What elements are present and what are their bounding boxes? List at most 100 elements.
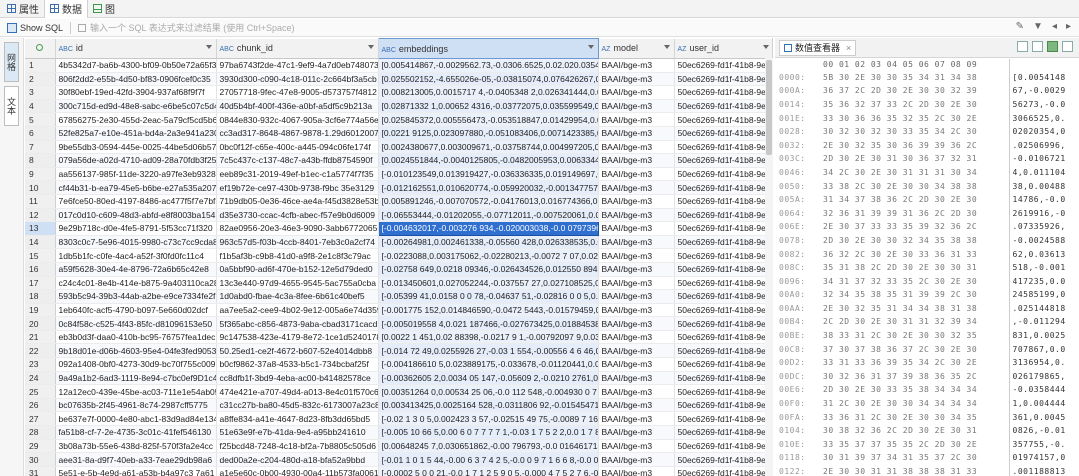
cell-chunk-id[interactable]: 27057718-9fec-47e8-9005-d573757f4812 — [216, 85, 379, 100]
panel-settings-icon[interactable] — [1062, 41, 1073, 52]
cell-model[interactable]: BAAI/bge-m3 — [598, 112, 675, 127]
cell-embeddings[interactable]: [-0.06553444,-0.01202055,-0.07712011,-0.… — [378, 208, 599, 223]
cell-user-id[interactable]: 50ec6269-fd1f-41b8-9e — [674, 85, 772, 100]
cell-user-id[interactable]: 50ec6269-fd1f-41b8-9e — [674, 235, 772, 250]
table-row[interactable]: 22 9b18d01e-d06b-4603-95e4-04fe3fed9053d 5… — [25, 343, 772, 359]
column-header-id[interactable]: ABC id — [55, 38, 217, 59]
cell-model[interactable]: BAAI/bge-m3 — [598, 85, 675, 100]
cell-embeddings[interactable]: [-0.05399 41,0.0158 0 0 78,-0.04637 51,-… — [378, 289, 599, 304]
table-row[interactable]: 15 1db5b1fc-c0fe-4ac4-a52f-3f0fd0fc11c4 f1… — [25, 248, 772, 263]
table-row[interactable]: 7 9be55db3-0594-445e-0025-44be5d06b570 0bc… — [25, 140, 772, 155]
cell-chunk-id[interactable]: cc3ad317-8648-4867-9878-1.29d6012007 — [216, 126, 379, 141]
cell-chunk-id[interactable]: 82ae0956-20e3-46e3-9090-3abb67720655 — [216, 221, 379, 236]
cell-embeddings[interactable]: [0.0024551844,-0.0040125805,-0.048200595… — [378, 153, 599, 168]
row-number[interactable]: 8 — [25, 153, 56, 168]
row-number[interactable]: 12 — [25, 208, 56, 223]
table-row[interactable]: 25 12a12ec0-439e-45be-ac03-711e1e54ab05 47… — [25, 384, 772, 399]
row-number[interactable]: 3 — [25, 85, 56, 100]
cell-id[interactable]: 1eb640fc-acf5-4790-b097-5e660d02dcf — [55, 303, 217, 318]
cell-id[interactable]: 9e29b718c-d0e-4fe5-8791-5f53cc71f320 — [55, 221, 217, 236]
cell-embeddings[interactable]: [-0.00264981,0.002461338,-0.05560 428,0.… — [378, 235, 599, 250]
cell-model[interactable]: BAAI/bge-m3 — [598, 276, 675, 291]
cell-id[interactable]: 4b5342d7-ba6b-4300-bf09-0b50e72a65f3 — [55, 58, 217, 73]
row-number[interactable]: 30 — [25, 452, 56, 467]
table-row[interactable]: 6 52fe825a7-e10e-451a-bd4a-2a3e941a2305 cc… — [25, 126, 772, 141]
cell-chunk-id[interactable]: 3930d300-c090-4c18-011c-2c664bf3a5cb — [216, 72, 379, 87]
table-row[interactable]: 12 017c0d10-c609-48d3-abfd-e8f8003ba154 d3… — [25, 208, 772, 223]
table-row[interactable]: 1 4b5342d7-ba6b-4300-bf09-0b50e72a65f3 97b… — [25, 58, 772, 73]
cell-chunk-id[interactable]: f25bcd48-7248-4c18-bf2a-7b8805c505d6 — [216, 439, 379, 454]
text-view-toggle[interactable]: 文本 — [4, 86, 19, 126]
sort-icon[interactable] — [205, 44, 212, 49]
cell-model[interactable]: BAAI/bge-m3 — [598, 153, 675, 168]
cell-user-id[interactable]: 50ec6269-fd1f-41b8-9e — [674, 289, 772, 304]
cell-chunk-id[interactable]: d35e3730-ccac-4cfb-abec-f57e9b0d6009 — [216, 208, 379, 223]
cell-embeddings[interactable]: [-0.014 72 49,0.0255926 27,-0.03 1 554,-… — [378, 343, 599, 359]
cell-user-id[interactable]: 50ec6269-fd1f-41b8-9e — [674, 180, 772, 195]
row-number[interactable]: 28 — [25, 425, 56, 440]
cell-id[interactable]: 806f2dd2-e55b-4d50-bf83-0906fcef0c35 — [55, 72, 217, 87]
cell-model[interactable]: BAAI/bge-m3 — [598, 140, 675, 155]
cell-chunk-id[interactable]: 71b9db05-0e36-46ce-ae4a-f45d3828e53b — [216, 194, 379, 209]
forward-icon[interactable]: ▸ — [1066, 21, 1071, 32]
cell-user-id[interactable]: 50ec6269-fd1f-41b8-9e — [674, 99, 772, 114]
cell-model[interactable]: BAAI/bge-m3 — [598, 262, 675, 277]
tab-data[interactable]: 数据 — [44, 0, 88, 18]
row-number[interactable]: 18 — [25, 289, 56, 304]
cell-chunk-id[interactable]: b0cf9862-37a8-4533-b5c1-734bcbaf25f — [216, 357, 379, 372]
table-row[interactable]: 11 7e6fce50-80ed-4197-8486-ac477f5f7e7bf 7… — [25, 194, 772, 209]
row-number[interactable]: 20 — [25, 316, 56, 331]
cell-user-id[interactable]: 50ec6269-fd1f-41b8-9e — [674, 248, 772, 263]
cell-embeddings[interactable]: [0.008213005,0.0015717 4,-0.0405348 2,0.… — [378, 85, 599, 100]
cell-chunk-id[interactable]: c31cc27b-ba80-45d5-832c-6173007a23c8 — [216, 398, 379, 413]
cell-embeddings[interactable]: [-0.01 1 0 1 5 44,-0.00 6 3 7 4 2 5,-0.0… — [378, 452, 599, 467]
cell-id[interactable]: 30f80ebf-19ed-42fd-3904-937af68f9f7f — [55, 85, 217, 100]
cell-user-id[interactable]: 50ec6269-fd1f-41b8-9e — [674, 194, 772, 209]
table-row[interactable]: 31 5e51-e-5b-4e9d-a61-a53b-b4a97c3 7a61 a1… — [25, 466, 772, 476]
cell-user-id[interactable]: 50ec6269-fd1f-41b8-9e — [674, 411, 772, 427]
cell-embeddings[interactable]: [-0.005 10 66 5,0.00 6 0 7 7 7 7 1,-0.03… — [378, 425, 599, 440]
cell-user-id[interactable]: 50ec6269-fd1f-41b8-9e — [674, 398, 772, 413]
column-header-user-id[interactable]: AZ user_id — [674, 38, 772, 59]
table-row[interactable]: 26 bc07635b-2f45-4961-8c74-2987cff5775 c31… — [25, 398, 772, 413]
cell-user-id[interactable]: 50ec6269-fd1f-41b8-9e — [674, 452, 772, 467]
row-number[interactable]: 29 — [25, 439, 56, 454]
cell-chunk-id[interactable]: cc8dfb1f-3bd9-4eba-ac00-b41482578ce — [216, 371, 379, 386]
table-row[interactable]: 21 eb3b0d3f-daa0-410b-bc95-76757fea1dec 9c… — [25, 330, 772, 345]
cell-model[interactable]: BAAI/bge-m3 — [598, 126, 675, 141]
row-number[interactable]: 2 — [25, 72, 56, 87]
eraser-icon[interactable]: ✎ — [1016, 21, 1024, 32]
table-row[interactable]: 24 9a49a1b2-6ad3-1119-8e94-c7bc0ef9D1c4 cc… — [25, 371, 772, 386]
cell-model[interactable]: BAAI/bge-m3 — [598, 398, 675, 413]
cell-embeddings[interactable]: [-0.004186610 5,0.023889175,-0.033678,-0… — [378, 357, 599, 372]
cell-id[interactable]: eb3b0d3f-daa0-410b-bc95-76757fea1dec — [55, 330, 217, 345]
cell-model[interactable]: BAAI/bge-m3 — [598, 58, 675, 73]
cell-embeddings[interactable]: [-0.010123549,0.013919427,-0.036336335,0… — [378, 167, 599, 182]
cell-id[interactable]: fa51b8-cf-7-2e-4735-3c01c-41fef546130 — [55, 425, 217, 440]
cell-user-id[interactable]: 50ec6269-fd1f-41b8-9e — [674, 371, 772, 386]
sort-icon[interactable] — [663, 44, 670, 49]
cell-user-id[interactable]: 50ec6269-fd1f-41b8-9e — [674, 384, 772, 399]
cell-embeddings[interactable]: [-0.0223088,0.003175062,-0.02280213,-0.0… — [378, 248, 599, 263]
filter-input[interactable]: 输入一个 SQL 表达式来过滤结果 (使用 Ctrl+Space) — [74, 21, 294, 34]
cell-id[interactable]: 1db5b1fc-c0fe-4ac4-a52f-3f0fd0fc11c4 — [55, 248, 217, 263]
cell-model[interactable]: BAAI/bge-m3 — [598, 411, 675, 427]
cell-id[interactable]: 52fe825a7-e10e-451a-bd4a-2a3e941a2305 — [55, 126, 217, 141]
cell-user-id[interactable]: 50ec6269-fd1f-41b8-9e — [674, 221, 772, 236]
row-number[interactable]: 10 — [25, 180, 56, 195]
cell-chunk-id[interactable]: 0844e830-932c-4067-905a-3cf6e774a56e — [216, 112, 379, 127]
table-row[interactable]: 30 aee31-8a-d9f7-40eb-a33-7eae29db98a6 ded… — [25, 452, 772, 467]
cell-id[interactable]: 12a12ec0-439e-45be-ac03-711e1e54ab05 — [55, 384, 217, 399]
filter-funnel-icon[interactable]: ▼ — [1033, 21, 1043, 32]
row-number[interactable]: 13 — [25, 221, 56, 236]
cell-model[interactable]: BAAI/bge-m3 — [598, 357, 675, 372]
value-viewer-tab[interactable]: 数值查看器 × — [779, 39, 857, 56]
auto-apply-icon[interactable] — [1047, 41, 1058, 52]
table-row[interactable]: 23 092a1408-0bf0-4273-30d9-bc70f755c009 b0… — [25, 357, 772, 372]
table-row[interactable]: 29 3b08a73b-55e6-438d-825f-570f3fa2e4cc f2… — [25, 439, 772, 454]
cell-id[interactable]: 5e51-e-5b-4e9d-a61-a53b-b4a97c3 7a61 — [55, 466, 217, 476]
cell-user-id[interactable]: 50ec6269-fd1f-41b8-9e — [674, 208, 772, 223]
table-row[interactable]: 5 67856275-2e30-455d-2eac-5a79cf5cd5b6 084… — [25, 112, 772, 127]
cell-chunk-id[interactable]: 0bc0f12f-c65e-400c-a445-094c06fe174f — [216, 140, 379, 155]
cell-embeddings[interactable]: [0.005891246,-0.007070572,-0.04176013,0.… — [378, 194, 599, 209]
